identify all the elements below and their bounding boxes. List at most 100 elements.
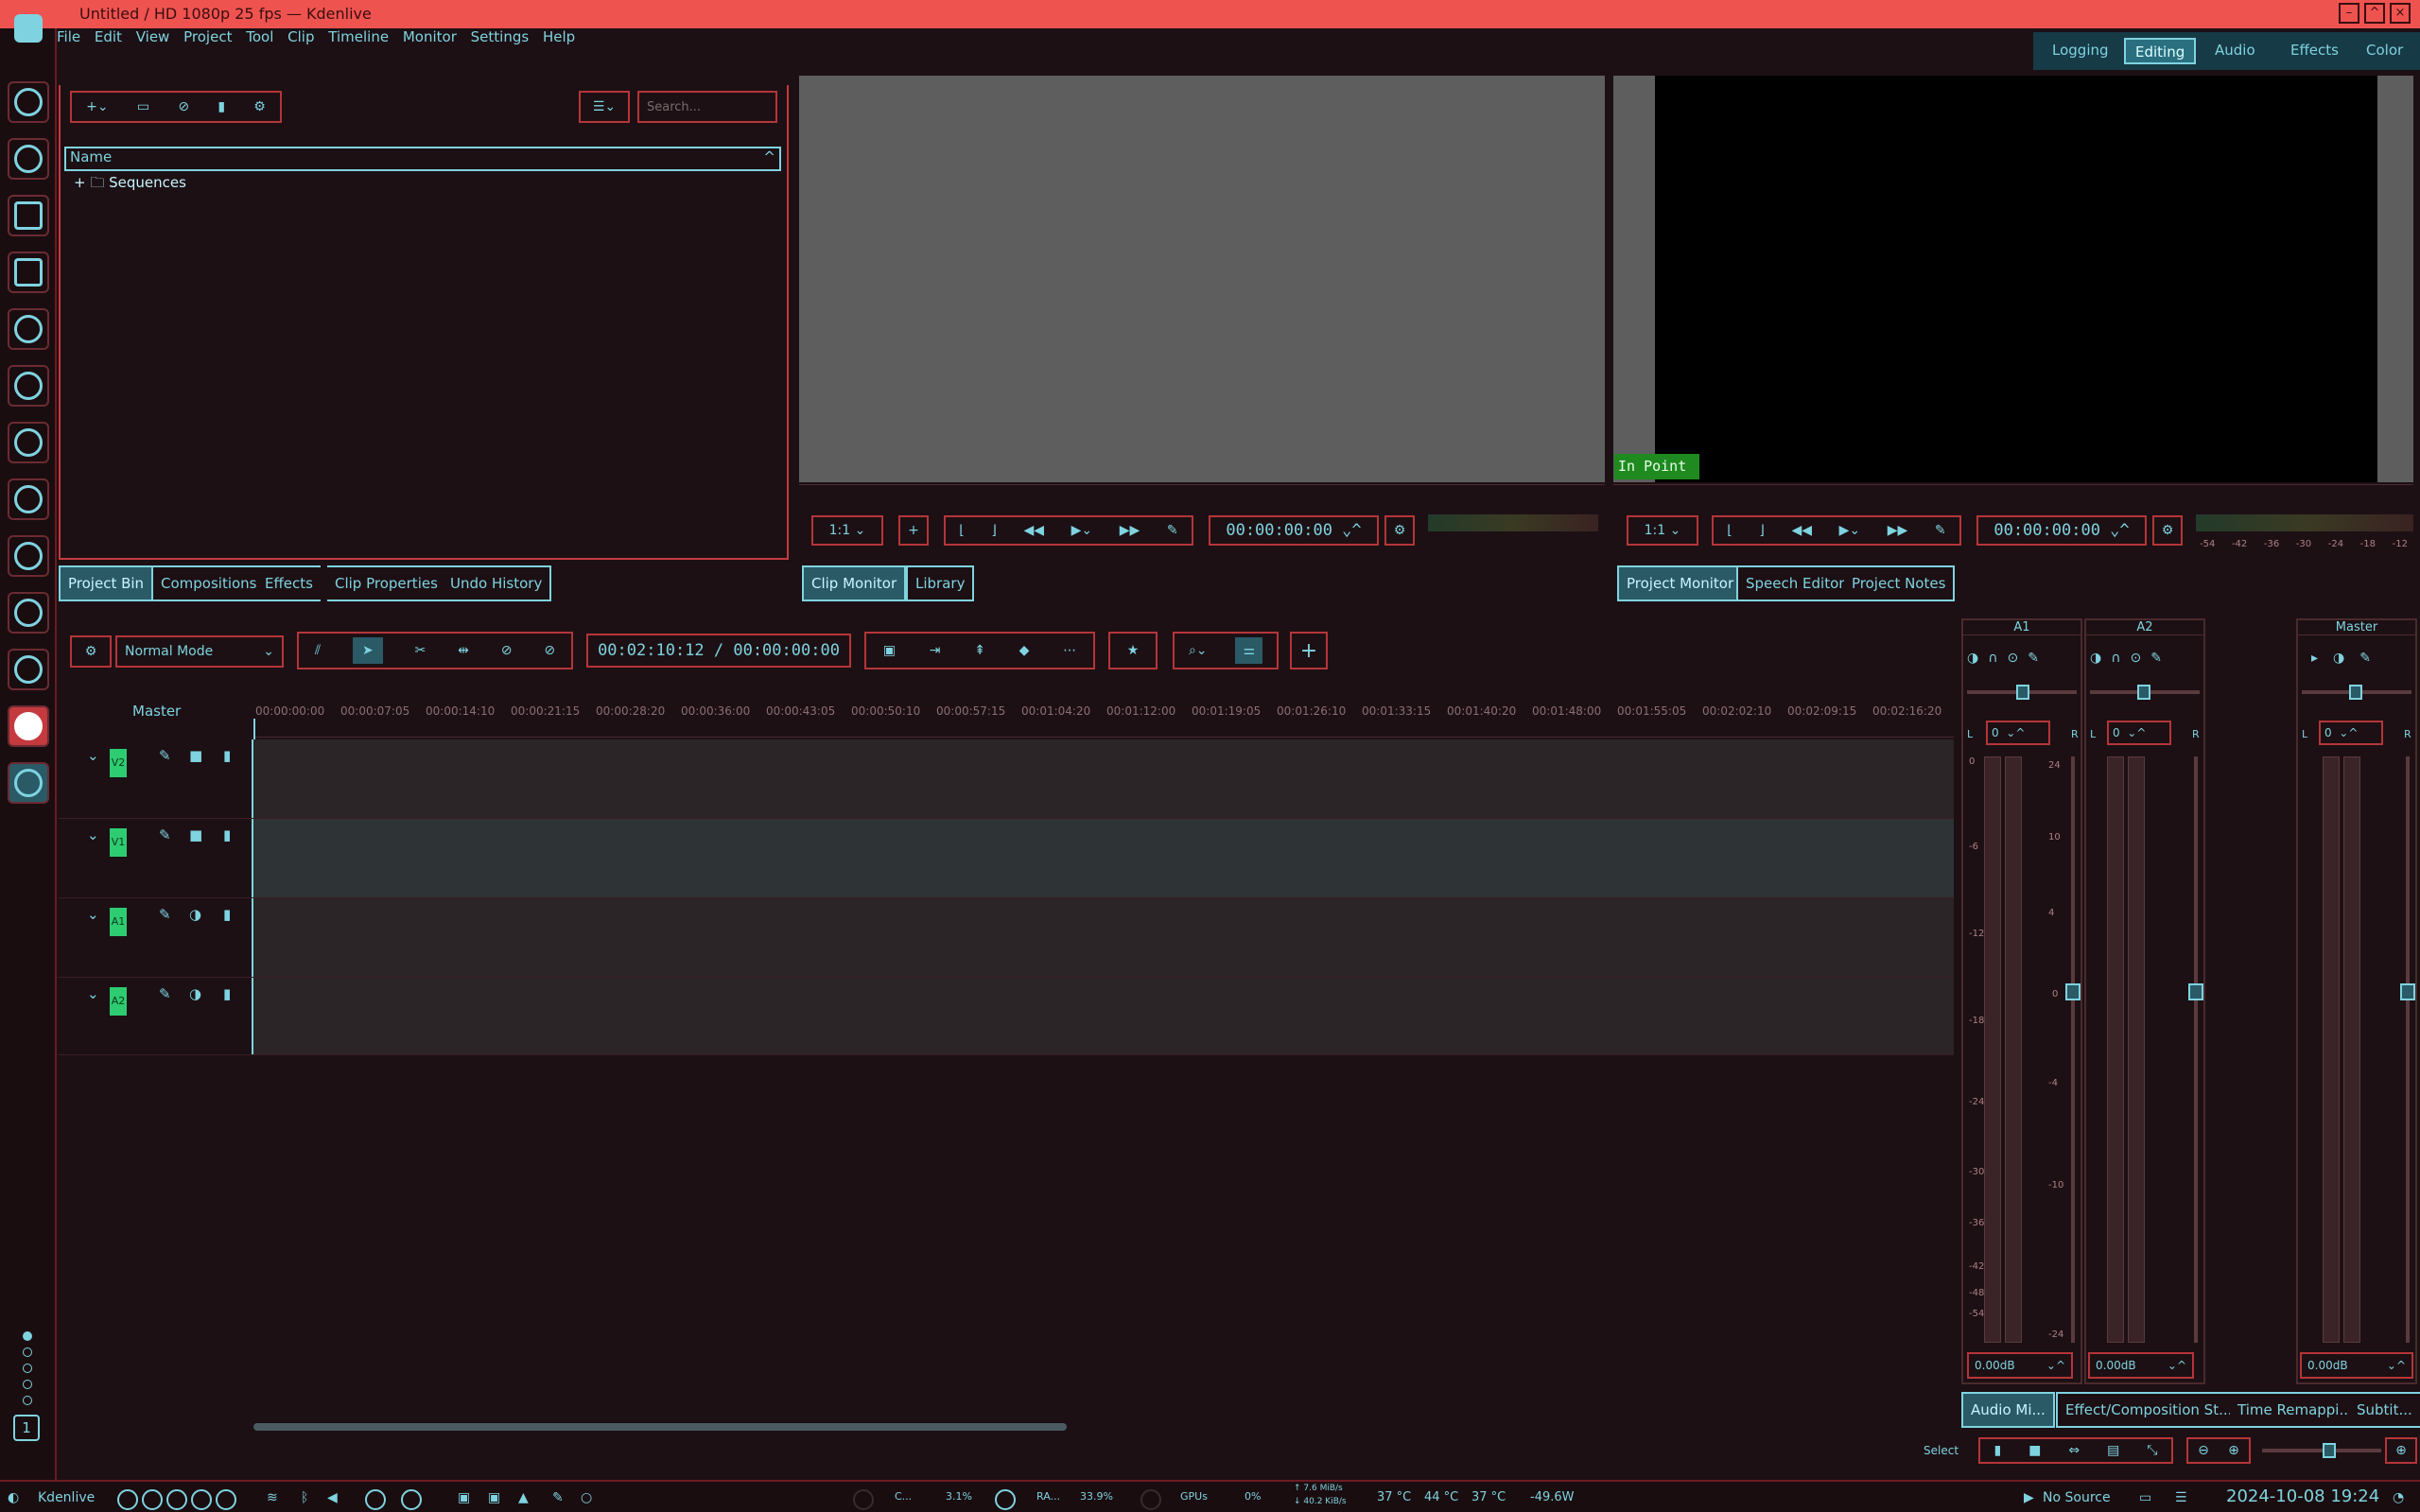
workspace-logging[interactable]: Logging (2043, 38, 2118, 64)
tab-effects[interactable]: Effects (257, 565, 321, 601)
disable-effects-icon[interactable]: ✎ (159, 747, 171, 764)
menu-help[interactable]: Help (543, 28, 575, 45)
collapse-icon[interactable]: ⌄ (87, 985, 99, 1002)
split-audio-icon[interactable]: ⇔ (2068, 1443, 2080, 1458)
project-timecode[interactable]: 00:00:00:00 ⌄^ (1976, 515, 2147, 546)
tab-effect-composition-stack[interactable]: Effect/Composition St... (2056, 1392, 2240, 1428)
rewind-icon[interactable]: ◀◀ (1791, 523, 1812, 538)
zoom-slider[interactable] (2262, 1449, 2381, 1452)
timeline-scrollbar[interactable] (253, 1423, 1067, 1431)
a1-fader-track[interactable] (2071, 756, 2075, 1343)
clipboard-icon[interactable] (365, 1489, 386, 1510)
mute-icon[interactable]: ◑ (189, 985, 201, 1002)
zoom-fit-icon[interactable]: ⊕ (2385, 1437, 2417, 1464)
disable-icon[interactable]: ⊘ (178, 99, 189, 114)
color-picker-icon[interactable]: ✎ (552, 1490, 564, 1505)
tray-icon[interactable] (142, 1489, 163, 1510)
play-icon[interactable]: ▶⌄ (1071, 523, 1093, 538)
clip-zoom-dropdown[interactable]: 1:1 ⌄ (811, 515, 883, 546)
track-a1[interactable]: ⌄ A1 ✎ ◑ ▮ (59, 898, 1954, 978)
track-name[interactable]: V1 (110, 828, 127, 857)
clip-timecode[interactable]: 00:00:00:00 ⌄^ (1209, 515, 1379, 546)
a2-fader-handle[interactable] (2188, 983, 2203, 1000)
cut-tool-icon[interactable]: ✂ (415, 643, 427, 658)
utilities-icon[interactable] (8, 592, 49, 634)
a1-balance-handle[interactable] (2016, 685, 2029, 700)
a2-controls[interactable]: ◑∩⊙✎ (2090, 651, 2171, 666)
lift-icon[interactable]: ⇞ (974, 643, 985, 658)
camera-icon[interactable]: ■ (2028, 1443, 2041, 1458)
lock-icon[interactable]: ▮ (223, 906, 231, 923)
clock[interactable]: 2024-10-08 19:24 (2226, 1486, 2379, 1506)
new-folder-icon[interactable]: ▭ (137, 99, 149, 114)
add-clip-icon[interactable]: +⌄ (86, 99, 108, 114)
menu-file[interactable]: File (57, 28, 80, 45)
game-icon[interactable] (8, 422, 49, 463)
master-fader-handle[interactable] (2400, 983, 2415, 1000)
set-out-icon[interactable]: ⌋ (991, 523, 996, 538)
favorite-star-icon[interactable]: ★ (1108, 632, 1158, 669)
lock-icon[interactable]: ▮ (223, 747, 231, 764)
timeline-timecode[interactable]: 00:02:10:12 / 00:00:00:00 (586, 634, 851, 668)
mute-icon[interactable]: ◑ (189, 906, 201, 923)
menu-tool[interactable]: Tool (246, 28, 273, 45)
track-v1[interactable]: ⌄ V1 ✎ ■ ▮ (59, 819, 1954, 898)
browser-icon[interactable] (8, 81, 49, 123)
track-name[interactable]: V2 (110, 749, 127, 777)
menu-settings[interactable]: Settings (471, 28, 530, 45)
menu-project[interactable]: Project (183, 28, 232, 45)
clip-monitor-screen[interactable] (799, 76, 1605, 482)
razor-icon[interactable]: ⫽ (315, 643, 321, 658)
disable-effects-icon[interactable]: ✎ (159, 906, 171, 923)
rewind-icon[interactable]: ◀◀ (1023, 523, 1044, 538)
editor-icon[interactable] (8, 308, 49, 350)
tools-icon[interactable] (8, 138, 49, 180)
forward-icon[interactable]: ▶▶ (1120, 523, 1140, 538)
master-fader-track[interactable] (2406, 756, 2410, 1343)
select-tool-icon[interactable]: ➤ (353, 637, 383, 664)
tab-clip-monitor[interactable]: Clip Monitor (802, 565, 907, 601)
media-play-icon[interactable]: ▶ (2024, 1490, 2034, 1505)
notifications-icon[interactable]: ◔ (2393, 1490, 2404, 1505)
calendar-icon[interactable]: ▣ (458, 1490, 470, 1505)
tab-library[interactable]: Library (906, 565, 975, 601)
files-icon[interactable] (8, 252, 49, 293)
delete-icon[interactable]: ▮ (218, 99, 225, 114)
extract-icon[interactable]: ◆ (1019, 643, 1030, 658)
forward-icon[interactable]: ▶▶ (1888, 523, 1908, 538)
set-out-icon[interactable]: ⌋ (1759, 523, 1764, 538)
track-v2[interactable]: ⌄ V2 ✎ ■ ▮ (59, 739, 1954, 819)
timeline-settings-gear-icon[interactable]: ⚙ (70, 635, 112, 668)
view-mode-dropdown[interactable]: ☰⌄ (579, 91, 630, 123)
workspace-editing[interactable]: Editing (2124, 38, 2197, 64)
tray-icon[interactable] (216, 1489, 236, 1510)
mixer-toggle-icon[interactable]: ⚌ (1235, 637, 1263, 664)
workspace-effects[interactable]: Effects (2281, 38, 2348, 64)
tab-undo-history[interactable]: Undo History (443, 565, 552, 601)
menu-view[interactable]: View (136, 28, 170, 45)
edit-mode-dropdown[interactable]: Normal Mode ⌄ (115, 635, 284, 668)
master-gain-spin[interactable]: 0.00dB ⌄^ (2300, 1352, 2413, 1379)
disable-effects-icon[interactable]: ✎ (159, 985, 171, 1002)
menu-timeline[interactable]: Timeline (328, 28, 389, 45)
tray-icon[interactable] (191, 1489, 212, 1510)
a1-controls[interactable]: ◑∩⊙✎ (1967, 651, 2048, 666)
disable-effects-icon[interactable]: ✎ (159, 826, 171, 843)
thumbnail-icon[interactable]: ▤ (2107, 1443, 2119, 1458)
page-dot[interactable] (23, 1347, 32, 1357)
slip-tool-icon[interactable]: ⊘ (544, 643, 555, 658)
clip-monitor-ruler[interactable] (799, 484, 1605, 501)
project-monitor-gear-icon[interactable]: ⚙ (2152, 515, 2183, 546)
settings-icon[interactable] (8, 365, 49, 407)
add-track-button[interactable]: + (1290, 632, 1328, 669)
insert-icon[interactable]: ⇥ (930, 643, 941, 658)
split-icon[interactable]: ⋯ (1063, 643, 1076, 658)
kdenlive-icon[interactable] (8, 762, 49, 804)
tab-project-monitor[interactable]: Project Monitor (1617, 565, 1744, 601)
tab-compositions[interactable]: Compositions (151, 565, 265, 601)
project-monitor-screen[interactable] (1655, 76, 2377, 482)
files-icon[interactable]: ▣ (488, 1490, 500, 1505)
tab-project-bin[interactable]: Project Bin (59, 565, 154, 601)
tab-project-notes[interactable]: Project Notes (1844, 565, 1956, 601)
inkscape-icon[interactable] (8, 478, 49, 520)
